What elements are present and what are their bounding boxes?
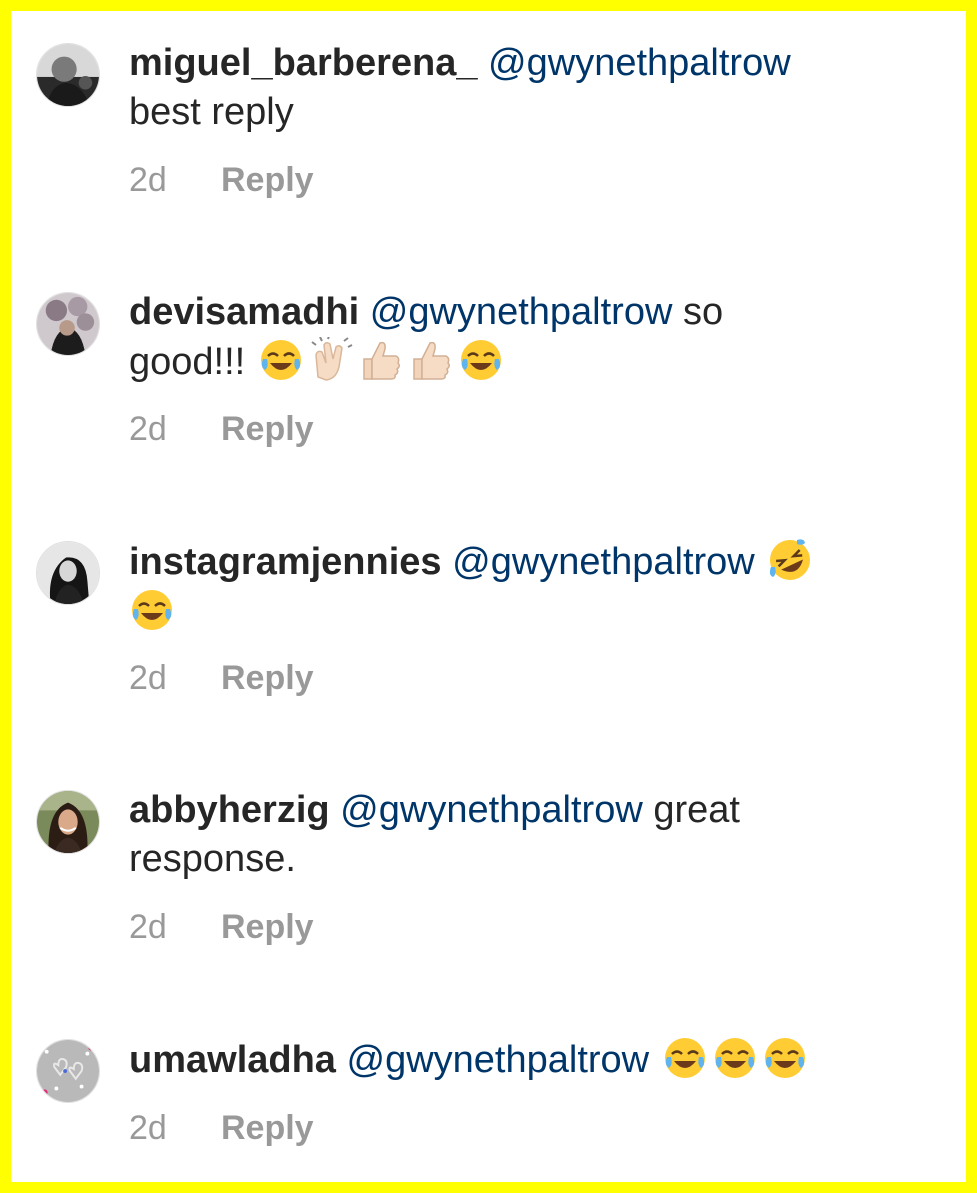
tears-of-joy-emoji xyxy=(129,587,175,633)
comment-message: so xyxy=(682,291,724,333)
username-link[interactable]: miguel_barberena_ xyxy=(129,42,477,84)
timestamp: 2d xyxy=(129,659,167,697)
comment-meta: 2d Reply xyxy=(129,410,314,449)
avatar[interactable] xyxy=(36,43,100,107)
comment-text: umawladha @gwynethpaltrow xyxy=(129,1035,919,1085)
username-link[interactable]: umawladha xyxy=(129,1039,336,1081)
comments-panel: miguel_barberena_ @gwynethpaltrow best r… xyxy=(11,11,966,1182)
comment-message: great xyxy=(653,789,740,831)
comment-meta: 2d Reply xyxy=(129,1109,314,1148)
username-link[interactable]: devisamadhi xyxy=(129,291,359,333)
comment-text: abbyherzig @gwynethpaltrow great respons… xyxy=(129,786,919,884)
reply-button[interactable]: Reply xyxy=(221,410,314,448)
timestamp: 2d xyxy=(129,410,167,448)
mention-link[interactable]: @gwynethpaltrow xyxy=(370,291,673,333)
rolling-on-floor-laughing-emoji xyxy=(767,537,813,583)
mention-link[interactable]: @gwynethpaltrow xyxy=(340,789,643,831)
timestamp: 2d xyxy=(129,161,167,199)
comment-text: devisamadhi @gwynethpaltrow so good!!! xyxy=(129,288,919,387)
avatar[interactable] xyxy=(36,292,100,356)
avatar[interactable] xyxy=(36,1039,100,1103)
timestamp: 2d xyxy=(129,1109,167,1147)
mention-link[interactable]: @gwynethpaltrow xyxy=(452,541,755,583)
clapping-hands-emoji xyxy=(308,337,354,383)
timestamp: 2d xyxy=(129,908,167,946)
comment-meta: 2d Reply xyxy=(129,659,314,698)
reply-button[interactable]: Reply xyxy=(221,161,314,199)
username-link[interactable]: abbyherzig xyxy=(129,789,330,831)
tears-of-joy-emoji xyxy=(762,1035,808,1081)
tears-of-joy-emoji xyxy=(258,337,304,383)
comment-text: instagramjennies @gwynethpaltrow xyxy=(129,537,919,637)
tears-of-joy-emoji xyxy=(458,337,504,383)
avatar[interactable] xyxy=(36,790,100,854)
comment-text: miguel_barberena_ @gwynethpaltrow best r… xyxy=(129,39,919,137)
tears-of-joy-emoji xyxy=(662,1035,708,1081)
mention-link[interactable]: @gwynethpaltrow xyxy=(347,1039,650,1081)
comment-meta: 2d Reply xyxy=(129,161,314,200)
comment-message-line2: response. xyxy=(129,838,296,880)
tears-of-joy-emoji xyxy=(712,1035,758,1081)
reply-button[interactable]: Reply xyxy=(221,908,314,946)
reply-button[interactable]: Reply xyxy=(221,659,314,697)
thumbs-up-emoji xyxy=(408,337,454,383)
comment-meta: 2d Reply xyxy=(129,908,314,947)
comment-message-line2: good!!! xyxy=(129,341,246,383)
avatar[interactable] xyxy=(36,541,100,605)
comment-message: best reply xyxy=(129,91,294,133)
reply-button[interactable]: Reply xyxy=(221,1109,314,1147)
thumbs-up-emoji xyxy=(358,337,404,383)
username-link[interactable]: instagramjennies xyxy=(129,541,442,583)
mention-link[interactable]: @gwynethpaltrow xyxy=(488,42,791,84)
